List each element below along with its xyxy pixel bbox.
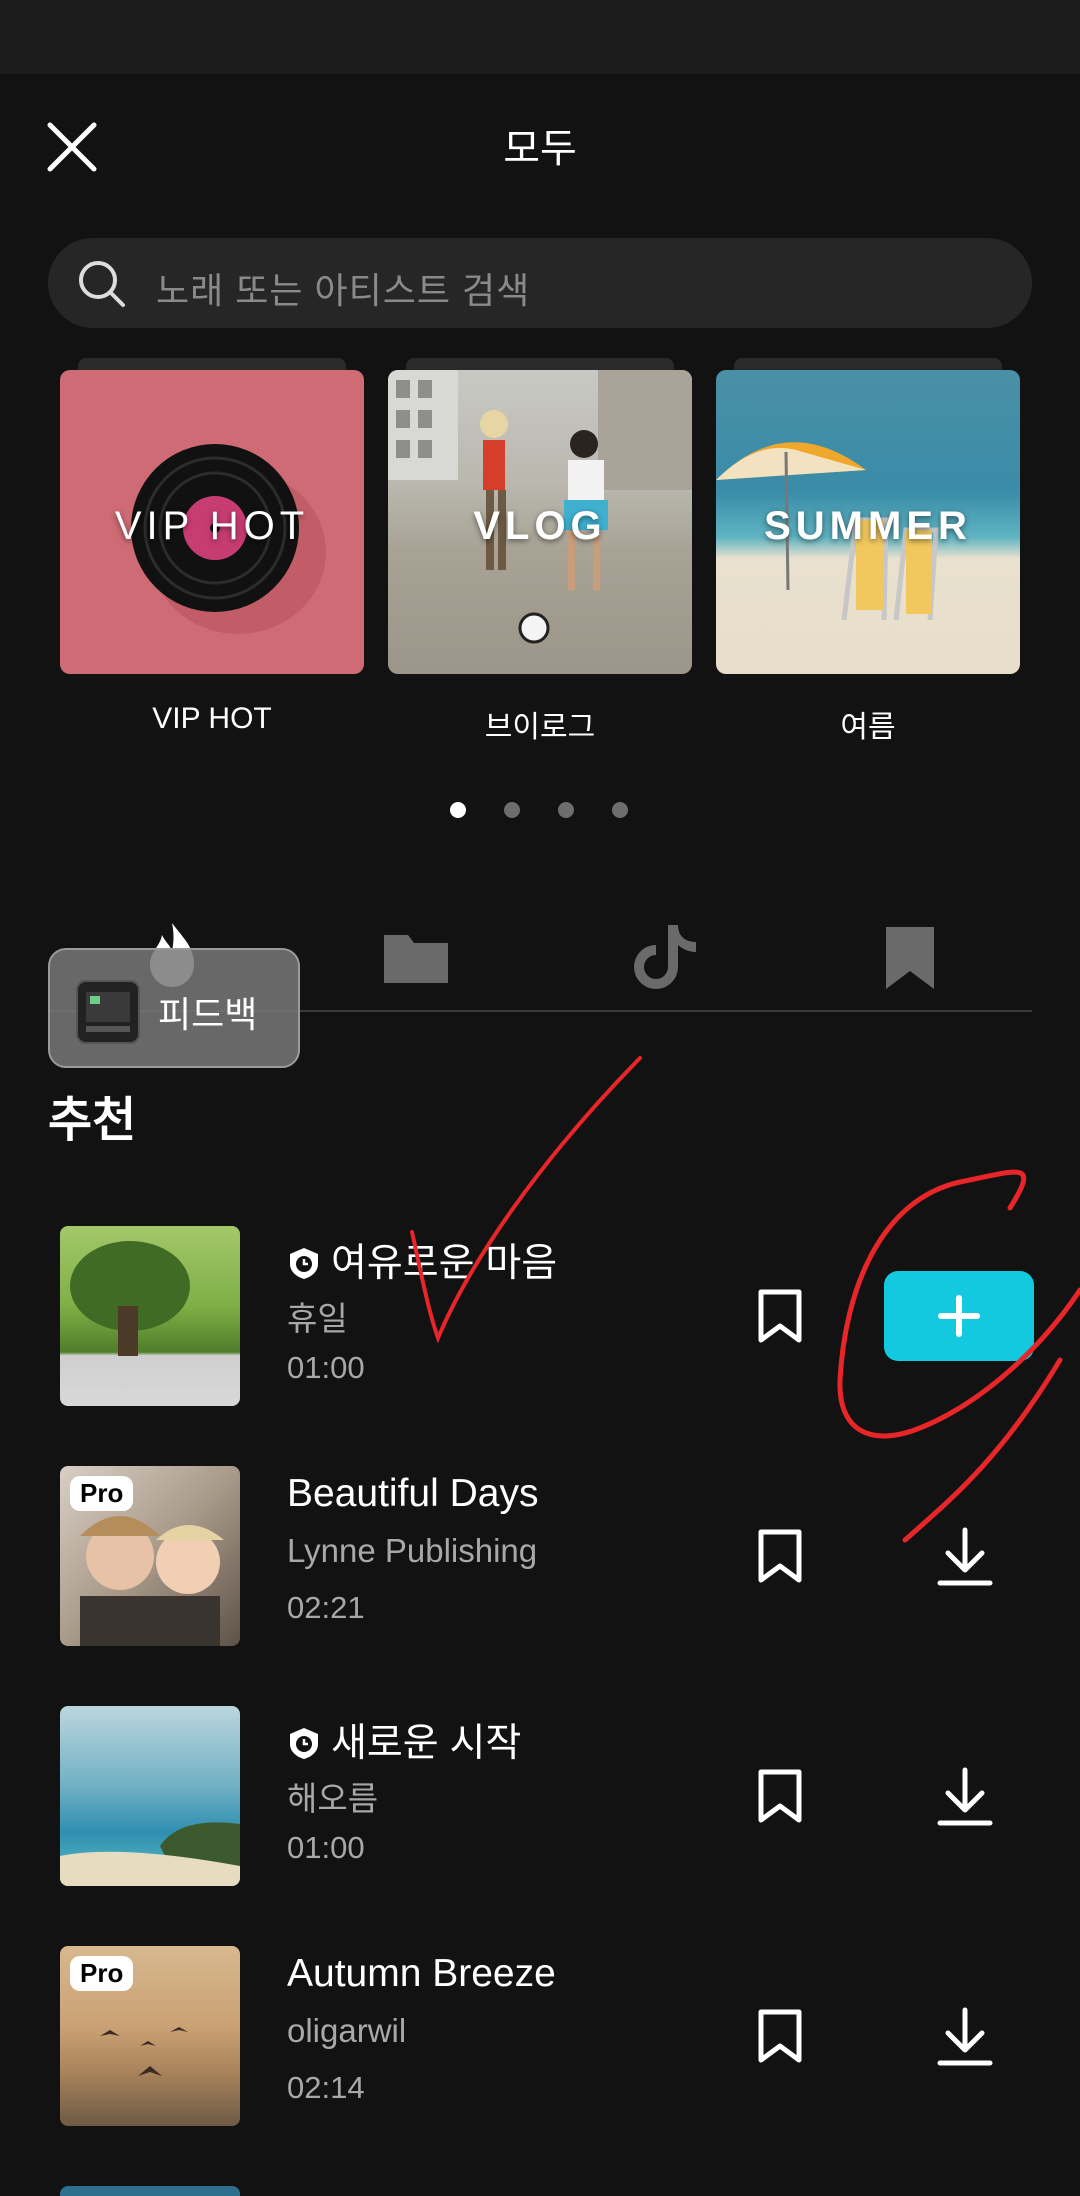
category-overlay: SUMMER <box>764 504 972 548</box>
pager-dot-2[interactable] <box>504 802 520 818</box>
download-icon[interactable] <box>936 1766 994 1828</box>
track-artist: oligarwil <box>287 2012 407 2049</box>
download-icon[interactable] <box>936 1526 994 1588</box>
track-duration: 02:21 <box>287 1590 365 1625</box>
track-cover-partial <box>60 2186 240 2196</box>
feedback-label: 피드백 <box>158 994 258 1035</box>
track-cover <box>60 1706 240 1886</box>
limited-time-icon <box>290 1728 318 1759</box>
bookmark-icon[interactable] <box>756 1768 804 1824</box>
app-thumbnail-icon <box>76 980 140 1044</box>
pager-dot-1[interactable] <box>450 802 466 818</box>
page-title: 모두 <box>503 127 577 171</box>
download-icon[interactable] <box>936 2006 994 2068</box>
folder-icon[interactable] <box>376 917 456 997</box>
track-cover <box>60 1226 240 1406</box>
category-card-vip-hot[interactable]: VIP HOT VIP HOT <box>60 358 364 735</box>
pager-dot-4[interactable] <box>612 802 628 818</box>
section-title: 추천 <box>48 1094 137 1147</box>
track-title: Beautiful Days <box>287 1472 539 1515</box>
track-duration: 01:00 <box>287 1350 365 1385</box>
track-row[interactable]: 새로운 시작 해오름 01:00 <box>0 1706 1080 1906</box>
search-icon <box>79 261 125 307</box>
track-title: 새로운 시작 <box>331 1722 522 1765</box>
search-input[interactable]: 노래 또는 아티스트 검색 <box>48 238 1032 328</box>
add-button[interactable] <box>884 1271 1034 1361</box>
category-caption: 여름 <box>840 711 896 744</box>
status-bar <box>0 0 1080 74</box>
track-duration: 01:00 <box>287 1830 365 1865</box>
track-row[interactable]: Pro Autumn Breeze oligarwil 02:14 <box>0 1946 1080 2146</box>
category-thumbnail: VIP HOT <box>60 370 364 674</box>
category-card-vlog[interactable]: VLOG 브이로그 <box>388 358 692 744</box>
bookmark-icon[interactable] <box>756 2008 804 2064</box>
track-artist: Lynne Publishing <box>287 1532 538 1569</box>
track-cover: Pro <box>60 1466 240 1646</box>
search-placeholder: 노래 또는 아티스트 검색 <box>156 270 531 311</box>
feedback-button[interactable]: 피드백 <box>48 948 300 1068</box>
track-artist: 휴일 <box>287 1300 348 1337</box>
category-overlay: VLOG <box>473 504 607 548</box>
pro-badge: Pro <box>70 1956 134 1991</box>
track-row[interactable]: 여유로운 마음 휴일 01:00 <box>0 1226 1080 1426</box>
limited-time-icon <box>290 1248 318 1279</box>
category-card-summer[interactable]: SUMMER 여름 <box>716 358 1020 744</box>
header: 모두 <box>0 74 1080 224</box>
track-title: 여유로운 마음 <box>331 1242 558 1285</box>
category-thumbnail: VLOG <box>388 370 692 674</box>
bookmark-icon[interactable] <box>756 1528 804 1584</box>
track-cover: Pro <box>60 1946 240 2126</box>
track-artist: 해오름 <box>287 1780 379 1817</box>
track-row[interactable]: Pro Beautiful Days Lynne Publishing 02:2… <box>0 1466 1080 1666</box>
bookmark-tab-icon[interactable] <box>870 917 950 997</box>
plus-icon <box>938 1295 980 1337</box>
track-title: Autumn Breeze <box>287 1952 556 1995</box>
category-caption: 브이로그 <box>484 711 596 744</box>
category-thumbnail: SUMMER <box>716 370 1020 674</box>
category-caption: VIP HOT <box>152 702 272 735</box>
pager-dot-3[interactable] <box>558 802 574 818</box>
track-duration: 02:14 <box>287 2070 365 2105</box>
bookmark-icon[interactable] <box>756 1288 804 1344</box>
tiktok-icon[interactable] <box>624 917 704 997</box>
pro-badge: Pro <box>70 1476 134 1511</box>
category-overlay: VIP HOT <box>114 504 310 548</box>
